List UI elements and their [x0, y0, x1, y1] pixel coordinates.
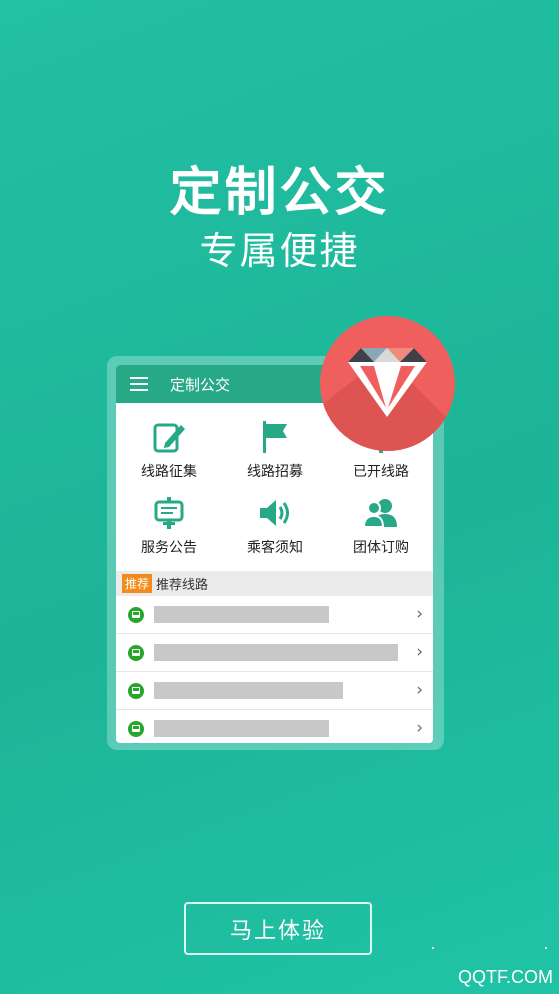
menu-item-label: 线路征集	[141, 464, 197, 480]
app-title: 定制公交	[170, 375, 231, 394]
route-row: ›	[116, 672, 433, 710]
notice-board-icon	[154, 497, 184, 529]
edit-icon	[153, 423, 185, 453]
recommend-label: 推荐线路	[156, 578, 209, 593]
diamond-icon	[320, 348, 455, 451]
hamburger-menu-icon	[130, 377, 148, 391]
splash-screen: 定制公交 专属便捷 定制公交 线路征集 线路招募 已开线路 服务公告 乘客须知 …	[0, 0, 559, 994]
headline-subtitle: 专属便捷	[199, 229, 360, 273]
chevron-right-icon: ›	[416, 604, 423, 624]
route-row: ›	[116, 634, 433, 672]
recommend-badge: 推荐	[122, 574, 153, 593]
chevron-right-icon: ›	[416, 642, 423, 662]
headline-title: 定制公交	[169, 163, 390, 223]
bus-icon	[128, 606, 144, 623]
route-row: ›	[116, 710, 433, 743]
menu-item-label: 团体订购	[353, 540, 409, 556]
decoration-dot	[545, 947, 547, 949]
bus-icon	[128, 720, 144, 737]
group-icon	[363, 499, 397, 528]
diamond-badge	[320, 316, 455, 451]
menu-item-label: 已开线路	[353, 464, 409, 480]
decoration-dot	[432, 947, 434, 949]
menu-item-group-order: 团体订购	[328, 495, 433, 557]
menu-item-label: 乘客须知	[247, 540, 303, 556]
route-placeholder	[154, 606, 329, 623]
menu-item-passenger-notice: 乘客须知	[222, 495, 328, 557]
menu-item-route-recruit: 线路招募	[222, 419, 328, 481]
chevron-right-icon: ›	[416, 718, 423, 738]
watermark: QQTF.COM	[458, 967, 553, 987]
try-now-button[interactable]: 马上体验	[184, 902, 372, 955]
route-row: ›	[116, 596, 433, 634]
recommend-header: 推荐 推荐线路	[116, 571, 433, 596]
menu-item-label: 线路招募	[247, 464, 303, 480]
menu-item-label: 服务公告	[141, 540, 197, 556]
bus-icon	[128, 644, 144, 661]
route-placeholder	[154, 720, 329, 737]
chevron-right-icon: ›	[416, 680, 423, 700]
bus-icon	[128, 682, 144, 699]
speaker-icon	[260, 500, 289, 526]
route-placeholder	[154, 682, 343, 699]
menu-item-route-collect: 线路征集	[116, 419, 222, 481]
route-placeholder	[154, 644, 398, 661]
menu-item-service-notice: 服务公告	[116, 495, 222, 557]
flag-icon	[263, 421, 287, 453]
